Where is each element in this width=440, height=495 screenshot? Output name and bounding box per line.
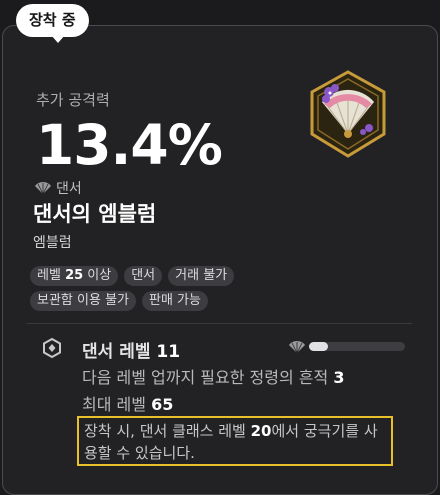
ultimate-skill-note: 장착 시, 댄서 클래스 레벨 20에서 궁극기를 사용할 수 있습니다. — [77, 416, 393, 466]
tag-no-storage: 보관함 이용 불가 — [30, 291, 136, 311]
item-name: 댄서의 엠블럼 — [33, 202, 157, 226]
tag-list: 레벨 25 이상 댄서 거래 불가 보관함 이용 불가 판매 가능 — [30, 266, 320, 311]
stat-value: 13.4% — [36, 113, 223, 177]
next-level-requirement: 다음 레벨 업까지 필요한 정령의 흔적 3 — [82, 368, 345, 387]
fan-emblem-icon — [310, 70, 386, 158]
level-hexagon-icon — [43, 337, 61, 359]
tag-class: 댄서 — [124, 266, 163, 286]
ultimate-skill-note-text: 장착 시, 댄서 클래스 레벨 20에서 궁극기를 사용할 수 있습니다. — [84, 422, 378, 462]
level-progress-bar — [309, 342, 405, 351]
fan-icon — [35, 182, 51, 195]
level-progress-fill — [309, 342, 329, 351]
section-divider — [26, 323, 412, 324]
tag-untradable: 거래 불가 — [168, 266, 235, 286]
equipped-badge: 장착 중 — [16, 4, 89, 37]
class-label: 댄서 — [56, 181, 82, 197]
tag-sellable: 판매 가능 — [142, 291, 208, 311]
class-label-row: 댄서 — [33, 178, 82, 198]
stat-label: 추가 공격력 — [36, 91, 110, 109]
fan-icon — [289, 341, 305, 354]
item-type: 엠블럼 — [33, 235, 72, 251]
class-level-title: 댄서 레벨 11 — [82, 342, 181, 362]
max-level: 최대 레벨 65 — [82, 395, 174, 414]
tag-level-requirement: 레벨 25 이상 — [30, 266, 119, 286]
badge-pointer — [51, 35, 65, 43]
